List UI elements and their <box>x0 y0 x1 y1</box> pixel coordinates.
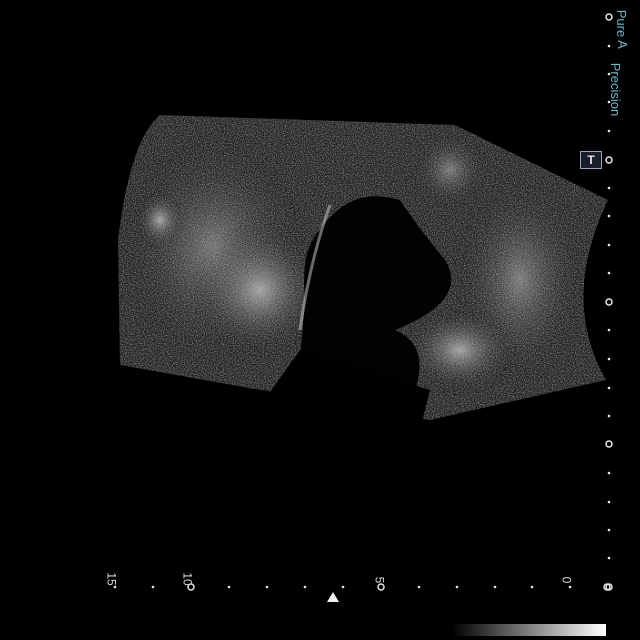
depth-label-10: 10 <box>180 572 195 586</box>
ultrasound-image <box>0 0 640 640</box>
pure-mode-word: Pure <box>614 9 630 38</box>
grayscale-bar <box>452 624 606 636</box>
focus-marker-badge: T <box>580 151 602 169</box>
depth-label-5: 5 <box>372 576 387 584</box>
precision-mode-label: Precision <box>608 62 624 117</box>
depth-label-15: 15 <box>104 572 119 586</box>
depth-label-0: 0 <box>559 576 574 584</box>
pure-mode-letter: A <box>614 40 630 49</box>
